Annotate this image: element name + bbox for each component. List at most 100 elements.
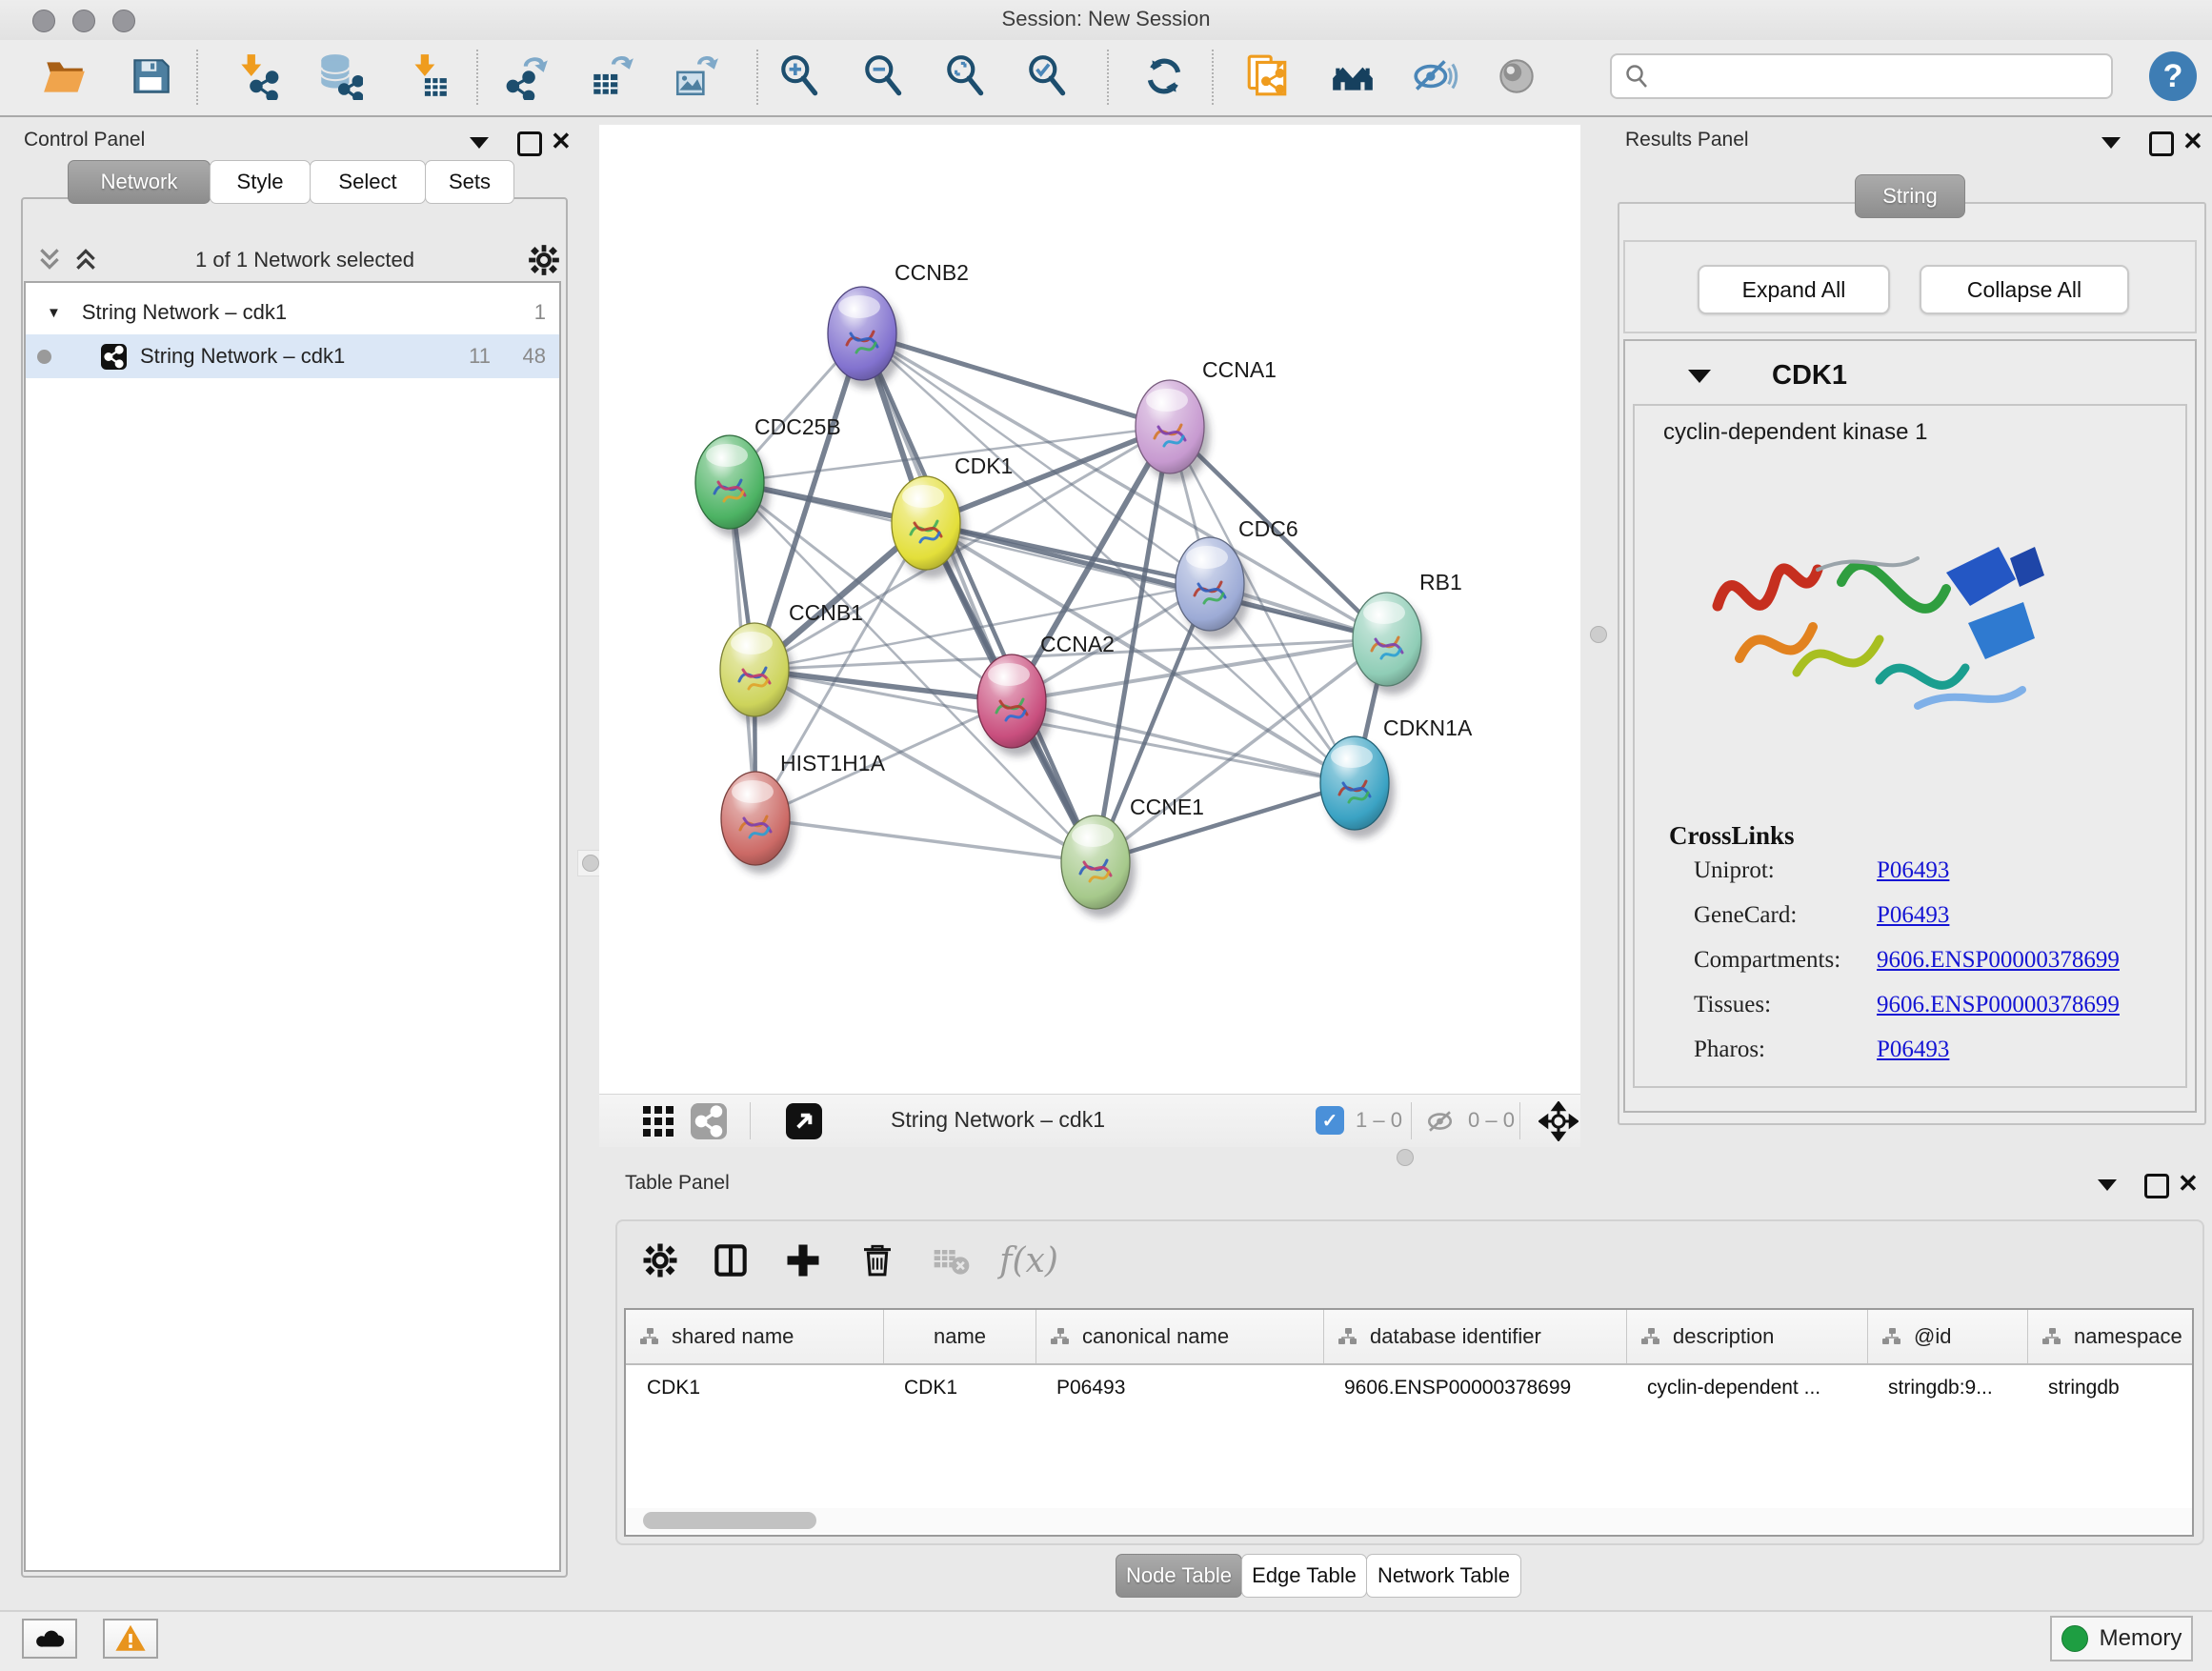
expand-all-icon[interactable] bbox=[72, 246, 99, 272]
open-in-window-icon[interactable] bbox=[786, 1103, 822, 1139]
zoom-out-icon[interactable] bbox=[859, 51, 909, 101]
crosslink-value-link[interactable]: P06493 bbox=[1877, 857, 1949, 884]
warnings-button[interactable] bbox=[103, 1619, 158, 1659]
tab-sets[interactable]: Sets bbox=[425, 160, 514, 204]
network-edge[interactable] bbox=[862, 333, 1170, 427]
network-node-HIST1H1A[interactable]: HIST1H1A bbox=[721, 751, 886, 874]
show-all-eye-icon[interactable] bbox=[1492, 51, 1541, 101]
network-node-CCNB2[interactable]: CCNB2 bbox=[828, 260, 969, 389]
selected-nodes-checkbox-icon[interactable]: ✓ bbox=[1316, 1106, 1344, 1135]
tab-network-table[interactable]: Network Table bbox=[1366, 1554, 1521, 1598]
column-header-@id[interactable]: @id bbox=[1867, 1310, 2027, 1363]
column-header-label: name bbox=[934, 1324, 986, 1349]
string-home-icon[interactable] bbox=[1328, 51, 1377, 101]
network-edge[interactable] bbox=[926, 523, 1387, 639]
open-session-icon[interactable] bbox=[40, 51, 90, 101]
network-canvas[interactable]: CCNB2CCNA1CDC25BCDK1CDC6RB1CCNB1CCNA2CDK… bbox=[599, 125, 1580, 1094]
zoom-in-icon[interactable] bbox=[775, 51, 825, 101]
copy-network-icon[interactable] bbox=[1242, 51, 1292, 101]
export-network-icon[interactable] bbox=[503, 51, 553, 101]
cloud-button[interactable] bbox=[22, 1619, 77, 1659]
collapse-all-icon[interactable] bbox=[36, 246, 63, 272]
right-splitter-dot[interactable] bbox=[1590, 626, 1607, 643]
crosslink-value-link[interactable]: 9606.ENSP00000378699 bbox=[1877, 992, 2120, 1018]
network-row-selected[interactable]: String Network – cdk1 11 48 bbox=[26, 334, 559, 378]
scrollbar-thumb[interactable] bbox=[643, 1512, 816, 1529]
node-label-CDC25B: CDC25B bbox=[754, 414, 841, 439]
network-node-CCNA2[interactable]: CCNA2 bbox=[977, 632, 1115, 756]
hidden-eye-slash-icon[interactable] bbox=[1424, 1104, 1458, 1138]
hide-selected-eye-icon[interactable] bbox=[1410, 51, 1459, 101]
left-splitter-dot[interactable] bbox=[582, 855, 599, 872]
network-edge[interactable] bbox=[754, 584, 1210, 670]
tree-collapse-controls bbox=[36, 246, 99, 272]
results-panel-float-icon[interactable] bbox=[2149, 131, 2174, 156]
column-header-canonical-name[interactable]: canonical name bbox=[1036, 1310, 1323, 1363]
table-settings-gear-icon[interactable] bbox=[636, 1237, 684, 1284]
create-column-plus-icon[interactable] bbox=[779, 1237, 827, 1284]
delete-table-icon[interactable] bbox=[928, 1237, 975, 1284]
crosslink-value-link[interactable]: P06493 bbox=[1877, 902, 1949, 929]
network-options-gear-icon[interactable] bbox=[526, 242, 562, 278]
network-collection-row[interactable]: ▼ String Network – cdk1 1 bbox=[26, 291, 559, 334]
crosslink-row: Uniprot:P06493 bbox=[1694, 857, 2189, 901]
refresh-view-icon[interactable] bbox=[1139, 51, 1189, 101]
tab-network[interactable]: Network bbox=[68, 160, 211, 204]
export-table-icon[interactable] bbox=[587, 51, 636, 101]
delete-column-trash-icon[interactable] bbox=[854, 1237, 901, 1284]
string-settings-icon[interactable] bbox=[691, 1103, 727, 1139]
tab-node-table[interactable]: Node Table bbox=[1116, 1554, 1242, 1598]
fit-selected-crosshair-icon[interactable] bbox=[1538, 1101, 1579, 1141]
tab-select[interactable]: Select bbox=[310, 160, 426, 204]
results-panel-close-icon[interactable]: ✕ bbox=[2182, 131, 2203, 151]
network-node-CCNE1[interactable]: CCNE1 bbox=[1061, 795, 1204, 917]
expand-all-button[interactable]: Expand All bbox=[1698, 265, 1890, 314]
results-panel-menu-icon[interactable] bbox=[2101, 137, 2121, 149]
table-panel-float-icon[interactable] bbox=[2144, 1174, 2169, 1198]
column-header-description[interactable]: description bbox=[1626, 1310, 1867, 1363]
control-panel-menu-icon[interactable] bbox=[470, 137, 489, 149]
show-columns-icon[interactable] bbox=[707, 1237, 754, 1284]
warning-icon bbox=[114, 1622, 147, 1655]
tab-string[interactable]: String bbox=[1855, 174, 1965, 218]
export-image-icon[interactable] bbox=[671, 51, 720, 101]
column-header-shared-name[interactable]: shared name bbox=[626, 1310, 883, 1363]
table-tabs: Node TableEdge TableNetwork Table bbox=[1116, 1554, 1521, 1598]
import-network-from-file-icon[interactable] bbox=[232, 51, 282, 101]
gene-expand-icon[interactable] bbox=[1688, 370, 1711, 383]
collapse-all-button[interactable]: Collapse All bbox=[1920, 265, 2129, 314]
search-input[interactable] bbox=[1650, 63, 2111, 90]
horizontal-splitter-dot[interactable] bbox=[1397, 1149, 1414, 1166]
control-panel-close-icon[interactable]: ✕ bbox=[551, 131, 572, 151]
collection-expand-icon[interactable]: ▼ bbox=[47, 305, 61, 321]
network-selection-summary: 1 of 1 Network selected bbox=[114, 248, 495, 272]
save-session-icon[interactable] bbox=[126, 51, 175, 101]
node-label-CCNA1: CCNA1 bbox=[1202, 357, 1277, 382]
control-panel-float-icon[interactable] bbox=[517, 131, 542, 156]
import-table-from-file-icon[interactable] bbox=[402, 51, 452, 101]
table-panel-close-icon[interactable]: ✕ bbox=[2178, 1174, 2199, 1193]
table-row[interactable]: CDK1CDK1P064939606.ENSP00000378699cyclin… bbox=[626, 1365, 2192, 1411]
network-node-RB1[interactable]: RB1 bbox=[1353, 570, 1462, 695]
function-builder-icon[interactable]: f(x) bbox=[991, 1237, 1067, 1284]
table-horizontal-scrollbar[interactable] bbox=[626, 1508, 2192, 1533]
zoom-selected-icon[interactable] bbox=[1023, 51, 1073, 101]
crosslink-value-link[interactable]: P06493 bbox=[1877, 1037, 1949, 1063]
table-panel-menu-icon[interactable] bbox=[2098, 1179, 2117, 1191]
column-header-name[interactable]: name bbox=[883, 1310, 1036, 1363]
tab-style[interactable]: Style bbox=[210, 160, 311, 204]
crosslink-value-link[interactable]: 9606.ENSP00000378699 bbox=[1877, 947, 2120, 974]
column-header-database-identifier[interactable]: database identifier bbox=[1323, 1310, 1626, 1363]
tab-edge-table[interactable]: Edge Table bbox=[1241, 1554, 1367, 1598]
network-node-CDKN1A[interactable]: CDKN1A bbox=[1320, 715, 1473, 838]
selected-count: 1 – 0 bbox=[1356, 1108, 1402, 1133]
memory-button[interactable]: Memory bbox=[2050, 1616, 2193, 1661]
help-button[interactable]: ? bbox=[2149, 51, 2197, 101]
import-network-from-database-icon[interactable] bbox=[314, 51, 364, 101]
toolbar-separator bbox=[1212, 50, 1214, 105]
column-header-namespace[interactable]: namespace bbox=[2027, 1310, 2192, 1363]
network-edge[interactable] bbox=[755, 818, 1096, 862]
zoom-fit-icon[interactable] bbox=[941, 51, 991, 101]
network-edge[interactable] bbox=[862, 333, 1096, 862]
birdseye-grid-icon[interactable] bbox=[641, 1104, 675, 1138]
